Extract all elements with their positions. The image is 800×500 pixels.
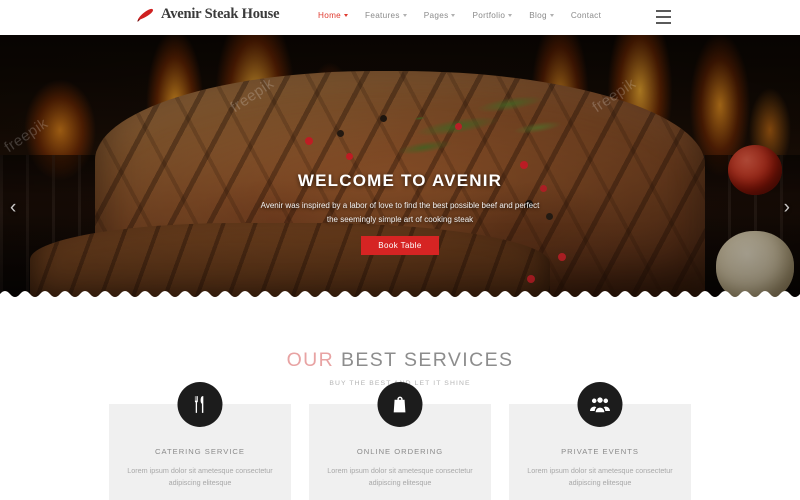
fork-knife-glyph xyxy=(194,396,204,413)
nav-item-home[interactable]: Home xyxy=(318,11,349,20)
shopping-bag-icon xyxy=(377,382,423,427)
service-card-title: PRIVATE EVENTS xyxy=(561,447,639,456)
logo-text: Avenir Steak House xyxy=(161,5,280,22)
chevron-left-icon[interactable]: ‹ xyxy=(10,198,16,217)
chevron-down-icon xyxy=(451,14,456,17)
section-title: OUR BEST SERVICES xyxy=(0,349,800,372)
service-card-text: Lorem ipsum dolor sit ametesque consecte… xyxy=(527,466,673,487)
nav-label-blog: Blog xyxy=(529,11,547,20)
hero-overlay xyxy=(0,35,800,300)
site-header: Avenir Steak House Home Features Pages P… xyxy=(0,0,800,35)
hamburger-bar xyxy=(656,22,671,24)
group-people-glyph xyxy=(590,397,610,413)
nav-label-pages: Pages xyxy=(423,11,449,20)
cleaver-icon xyxy=(137,8,154,22)
service-card-text: Lorem ipsum dolor sit ametesque consecte… xyxy=(327,466,473,487)
section-title-highlight: OUR xyxy=(286,349,335,371)
chevron-down-icon xyxy=(402,14,407,17)
service-card-title: ONLINE ORDERING xyxy=(356,447,444,456)
service-card-title: CATERING SERVICE xyxy=(155,447,245,456)
service-card-private-events[interactable]: PRIVATE EVENTS Lorem ipsum dolor sit ame… xyxy=(509,382,691,500)
nav-item-pages[interactable]: Pages xyxy=(424,11,456,20)
shopping-bag-glyph xyxy=(393,396,406,413)
nav-label-portfolio: Portfolio xyxy=(472,11,506,20)
hamburger-bar xyxy=(656,16,671,18)
service-card-catering[interactable]: CATERING SERVICE Lorem ipsum dolor sit a… xyxy=(109,382,291,500)
main-navigation: Home Features Pages Portfolio Blog Conta… xyxy=(318,11,601,20)
nav-item-blog[interactable]: Blog xyxy=(529,11,554,20)
book-table-button[interactable]: Book Table xyxy=(361,236,439,255)
nav-label-home: Home xyxy=(318,11,342,20)
services-section: OUR BEST SERVICES BUY THE BEST AND LET I… xyxy=(0,300,800,500)
hero-title: WELCOME TO AVENIR xyxy=(297,171,503,190)
service-cards: CATERING SERVICE Lorem ipsum dolor sit a… xyxy=(0,382,800,500)
site-logo[interactable]: Avenir Steak House xyxy=(136,4,280,24)
section-title-rest: BEST SERVICES xyxy=(334,349,514,371)
nav-item-portfolio[interactable]: Portfolio xyxy=(472,11,513,20)
service-card-online-ordering[interactable]: ONLINE ORDERING Lorem ipsum dolor sit am… xyxy=(309,382,491,500)
hero-subtitle: Avenir was inspired by a labor of love t… xyxy=(260,201,540,224)
nav-label-contact: Contact xyxy=(570,11,602,20)
nav-item-contact[interactable]: Contact xyxy=(571,11,601,20)
chevron-down-icon xyxy=(344,14,349,17)
hero-background-image: freepik freepik freepik xyxy=(0,35,800,300)
chevron-down-icon xyxy=(549,14,554,17)
chevron-right-icon[interactable]: › xyxy=(784,198,790,217)
hamburger-icon[interactable] xyxy=(656,10,671,24)
hero-carousel: freepik freepik freepik WELCOME TO AVENI… xyxy=(0,35,800,300)
hamburger-bar xyxy=(656,10,671,12)
hero-content: WELCOME TO AVENIR Avenir was inspired by… xyxy=(0,171,800,255)
group-people-icon xyxy=(577,382,623,427)
nav-label-features: Features xyxy=(365,11,400,20)
fork-knife-icon xyxy=(177,382,223,427)
service-card-text: Lorem ipsum dolor sit ametesque consecte… xyxy=(127,466,273,487)
chevron-down-icon xyxy=(508,14,513,17)
zigzag-divider xyxy=(0,291,800,300)
nav-item-features[interactable]: Features xyxy=(365,11,407,20)
